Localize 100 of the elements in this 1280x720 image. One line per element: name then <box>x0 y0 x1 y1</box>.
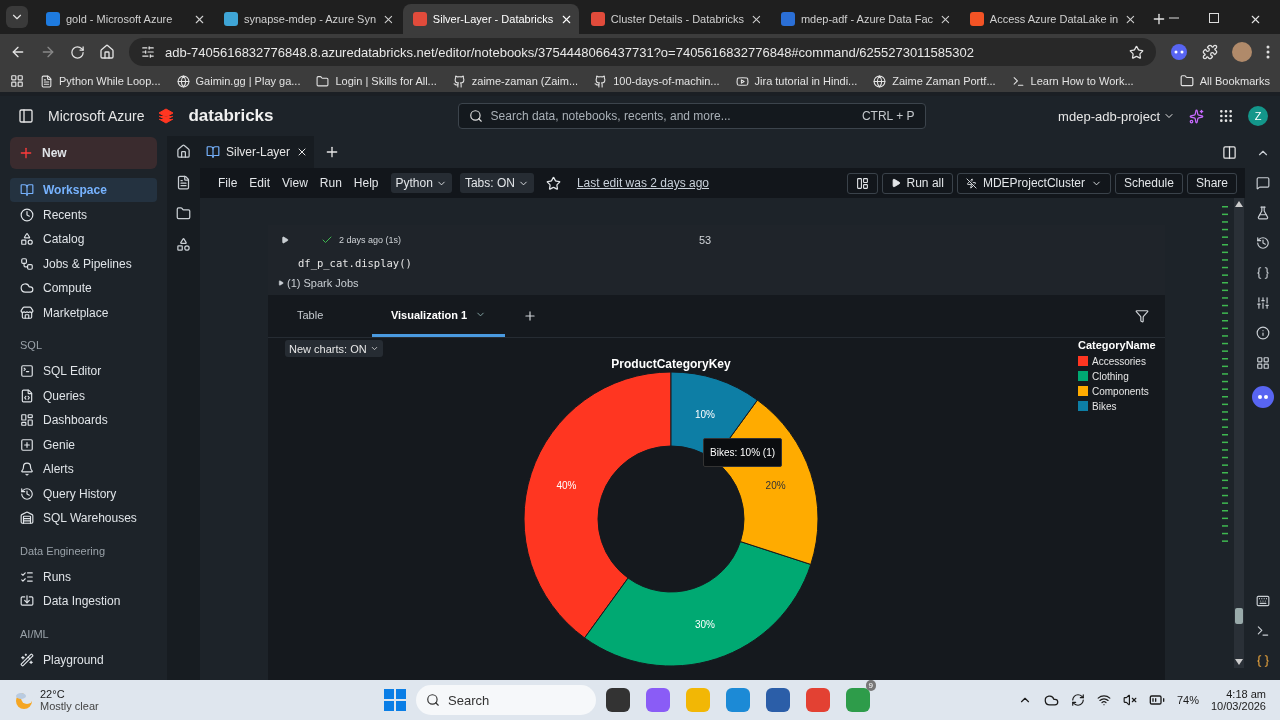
tabs-toggle[interactable]: Tabs: ON <box>459 173 534 193</box>
add-visualization-icon[interactable] <box>523 309 537 323</box>
bookmark[interactable]: Gaimin.gg | Play ga... <box>176 74 301 88</box>
language-dropdown[interactable]: Python <box>390 173 452 193</box>
wifi-icon[interactable] <box>1096 693 1111 707</box>
taskbar-search[interactable]: Search <box>416 685 596 715</box>
home-icon[interactable] <box>99 44 115 60</box>
keyboard-icon[interactable] <box>1255 594 1270 608</box>
menu-item[interactable]: View <box>278 176 312 190</box>
reload-icon[interactable] <box>70 44 85 60</box>
sidebar-toggle-icon[interactable] <box>18 108 34 124</box>
battery-icon[interactable] <box>1148 692 1165 708</box>
layout-button[interactable] <box>846 172 878 194</box>
search-field[interactable]: Search data, notebooks, recents, and more... CTRL + P <box>457 103 926 129</box>
browser-tab[interactable]: mdep-adf - Azure Data Fac <box>770 4 958 34</box>
cloud-icon[interactable] <box>1043 692 1059 708</box>
sidebar-item[interactable]: SQL Editor <box>10 359 157 383</box>
sidebar-item[interactable]: SQL Warehouses <box>10 506 157 530</box>
home-icon[interactable] <box>176 144 191 159</box>
notebook-tab[interactable]: Silver-Layer <box>200 136 315 168</box>
cluster-selector[interactable]: MDEProjectCluster <box>956 172 1111 194</box>
sidebar-item[interactable]: Genie <box>10 432 157 457</box>
menu-item[interactable]: Edit <box>245 176 275 190</box>
sidebar-item[interactable]: Query History <box>10 481 157 506</box>
terminal-icon[interactable] <box>1255 624 1270 638</box>
output-tab[interactable]: Visualization 1 <box>372 295 505 337</box>
new-charts-toggle[interactable]: New charts: ON <box>285 340 383 357</box>
run-all-button[interactable]: Run all <box>881 172 953 194</box>
apps-icon[interactable] <box>1218 108 1234 124</box>
sidebar-item[interactable]: Queries <box>10 383 157 408</box>
menu-icon[interactable] <box>1266 45 1270 59</box>
experiment-icon[interactable] <box>1255 206 1270 220</box>
bookmark[interactable]: Python While Loop... <box>40 74 161 88</box>
extension-icon[interactable] <box>1170 43 1188 61</box>
browser-tab[interactable]: Cluster Details - Databricks <box>580 4 769 34</box>
sidebar-item[interactable]: Recents <box>10 202 157 227</box>
history-icon[interactable] <box>1255 236 1270 250</box>
variables-icon[interactable] <box>1255 266 1270 280</box>
sidebar-item[interactable]: Compute <box>10 276 157 300</box>
browser-tab[interactable]: gold - Microsoft Azure <box>35 4 212 34</box>
output-tab[interactable]: Table <box>268 295 372 337</box>
last-edit-link[interactable]: Last edit was 2 days ago <box>576 176 709 190</box>
tab-search-button[interactable] <box>6 6 28 28</box>
sidebar-item[interactable]: Data Ingestion <box>10 589 157 613</box>
schedule-button[interactable]: Schedule <box>1114 172 1183 194</box>
address-bar[interactable]: adb-7405616832776848.8.azuredatabricks.net/editor/notebooks/3754448066437731?o=7405616832776848#command/6255273011585302 <box>129 38 1156 66</box>
menu-item[interactable]: Help <box>349 176 383 190</box>
site-info-icon[interactable] <box>141 45 155 59</box>
browser-tab[interactable]: Access Azure DataLake in <box>959 4 1144 34</box>
shapes-icon[interactable] <box>176 237 191 252</box>
assistant-icon[interactable] <box>1189 108 1204 124</box>
forward-icon[interactable] <box>40 44 56 60</box>
profile-avatar[interactable] <box>1232 42 1252 62</box>
bookmark[interactable]: zaime-zaman (Zaim... <box>452 74 579 88</box>
grid-icon[interactable] <box>1255 356 1270 370</box>
braces-icon[interactable] <box>1255 654 1270 668</box>
workspace-selector[interactable]: mdep-adb-project <box>1058 108 1175 124</box>
sidebar-item[interactable]: Workspace <box>10 178 157 202</box>
all-bookmarks[interactable]: All Bookmarks <box>1179 74 1270 88</box>
assistant-icon[interactable] <box>1251 386 1274 408</box>
browser-tab[interactable]: synapse-mdep - Azure Syn <box>213 4 401 34</box>
clock[interactable]: 4:18 am 10/03/2026 <box>1210 688 1266 712</box>
sliders-icon[interactable] <box>1255 296 1270 310</box>
sidebar-item[interactable]: Runs <box>10 564 157 589</box>
table-of-contents-icon[interactable] <box>176 175 191 190</box>
browser-tab[interactable]: Silver-Layer - Databricks <box>402 4 579 34</box>
spark-jobs-toggle[interactable]: (1) Spark Jobs <box>268 277 1165 295</box>
sidebar-item[interactable]: Dashboards <box>10 408 157 432</box>
new-button[interactable]: New <box>10 137 157 169</box>
sidebar-item[interactable]: Alerts <box>10 457 157 481</box>
share-button[interactable]: Share <box>1186 172 1237 194</box>
menu-item[interactable]: Run <box>315 176 346 190</box>
comment-icon[interactable] <box>1255 176 1270 190</box>
bookmark[interactable]: Zaime Zaman Portf... <box>873 74 996 88</box>
bookmark[interactable]: Learn How to Work... <box>1011 74 1134 88</box>
windows-start-icon[interactable] <box>384 689 406 711</box>
sidebar-item[interactable]: Jobs & Pipelines <box>10 251 157 276</box>
weather-widget[interactable]: 22°C Mostly clear <box>14 688 384 712</box>
sync-icon[interactable] <box>1070 693 1085 707</box>
user-avatar[interactable]: Z <box>1248 106 1268 126</box>
filter-icon[interactable] <box>1135 309 1149 323</box>
bookmark[interactable]: Login | Skills for All... <box>316 74 437 88</box>
run-cell-icon[interactable] <box>281 236 289 244</box>
bookmark[interactable]: Jira tutorial in Hindi... <box>735 74 858 88</box>
back-icon[interactable] <box>10 44 26 60</box>
sidebar-item[interactable]: Marketplace <box>10 300 157 325</box>
sidebar-item[interactable]: Playground <box>10 647 157 672</box>
new-tab-icon[interactable] <box>1151 11 1167 27</box>
sidebar-item[interactable]: Catalog <box>10 227 157 251</box>
extensions-icon[interactable] <box>1202 44 1218 60</box>
menu-item[interactable]: File <box>214 176 242 190</box>
split-view-icon[interactable] <box>1222 144 1237 160</box>
star-icon[interactable] <box>1129 44 1144 60</box>
apps-icon[interactable] <box>10 74 24 88</box>
maximize-icon[interactable] <box>1209 13 1219 23</box>
muted-speaker-icon[interactable] <box>1122 693 1137 707</box>
favorite-icon[interactable] <box>545 175 561 191</box>
info-icon[interactable] <box>1255 326 1270 340</box>
close-icon[interactable] <box>1249 13 1262 26</box>
bookmark[interactable]: 100-days-of-machin... <box>594 74 720 88</box>
